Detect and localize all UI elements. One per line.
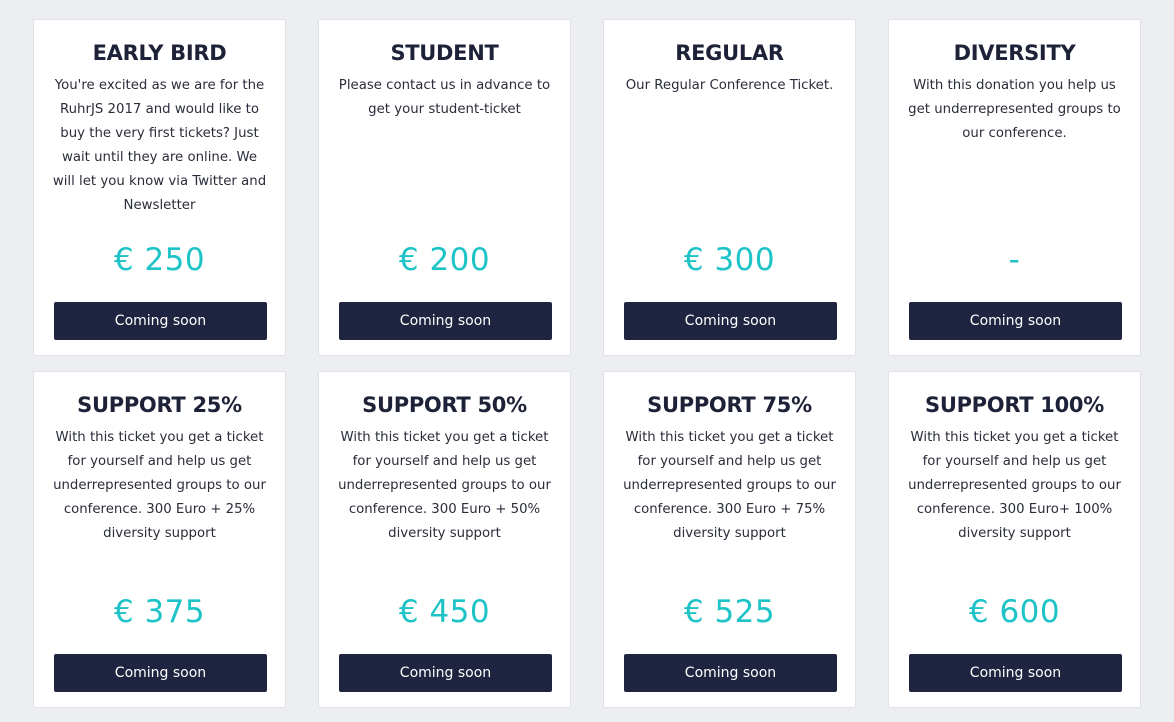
ticket-card-regular: REGULAR Our Regular Conference Ticket. €… <box>603 19 856 356</box>
ticket-price: € 525 <box>683 594 776 630</box>
ticket-price: € 450 <box>398 594 491 630</box>
ticket-price: € 600 <box>968 594 1061 630</box>
ticket-price: € 300 <box>683 242 776 278</box>
ticket-title: SUPPORT 50% <box>362 393 527 417</box>
ticket-description: With this ticket you get a ticket for yo… <box>623 430 836 541</box>
ticket-price: € 250 <box>113 242 206 278</box>
ticket-price: - <box>1008 242 1021 278</box>
ticket-price: € 375 <box>113 594 206 630</box>
ticket-grid: EARLY BIRD You're excited as we are for … <box>0 0 1174 722</box>
ticket-title: STUDENT <box>390 41 499 65</box>
ticket-description: You're excited as we are for the RuhrJS … <box>52 78 267 213</box>
ticket-title: SUPPORT 100% <box>925 393 1104 417</box>
ticket-card-diversity: DIVERSITY With this donation you help us… <box>888 19 1141 356</box>
coming-soon-button[interactable]: Coming soon <box>339 302 552 340</box>
coming-soon-button[interactable]: Coming soon <box>909 302 1122 340</box>
ticket-card-support-50: SUPPORT 50% With this ticket you get a t… <box>318 371 571 708</box>
ticket-title: EARLY BIRD <box>92 41 227 65</box>
ticket-description: With this ticket you get a ticket for yo… <box>53 430 266 541</box>
ticket-description: Our Regular Conference Ticket. <box>625 78 834 93</box>
ticket-title: SUPPORT 75% <box>647 393 812 417</box>
coming-soon-button[interactable]: Coming soon <box>339 654 552 692</box>
coming-soon-button[interactable]: Coming soon <box>624 654 837 692</box>
coming-soon-button[interactable]: Coming soon <box>54 302 267 340</box>
ticket-description: With this ticket you get a ticket for yo… <box>908 430 1121 541</box>
ticket-description: With this donation you help us get under… <box>908 78 1121 141</box>
ticket-price: € 200 <box>398 242 491 278</box>
ticket-card-student: STUDENT Please contact us in advance to … <box>318 19 571 356</box>
ticket-title: DIVERSITY <box>953 41 1076 65</box>
ticket-title: SUPPORT 25% <box>77 393 242 417</box>
ticket-title: REGULAR <box>675 41 784 65</box>
coming-soon-button[interactable]: Coming soon <box>909 654 1122 692</box>
ticket-card-support-100: SUPPORT 100% With this ticket you get a … <box>888 371 1141 708</box>
ticket-card-support-25: SUPPORT 25% With this ticket you get a t… <box>33 371 286 708</box>
coming-soon-button[interactable]: Coming soon <box>54 654 267 692</box>
coming-soon-button[interactable]: Coming soon <box>624 302 837 340</box>
ticket-card-early-bird: EARLY BIRD You're excited as we are for … <box>33 19 286 356</box>
ticket-card-support-75: SUPPORT 75% With this ticket you get a t… <box>603 371 856 708</box>
ticket-description: Please contact us in advance to get your… <box>338 78 551 117</box>
ticket-description: With this ticket you get a ticket for yo… <box>338 430 551 541</box>
